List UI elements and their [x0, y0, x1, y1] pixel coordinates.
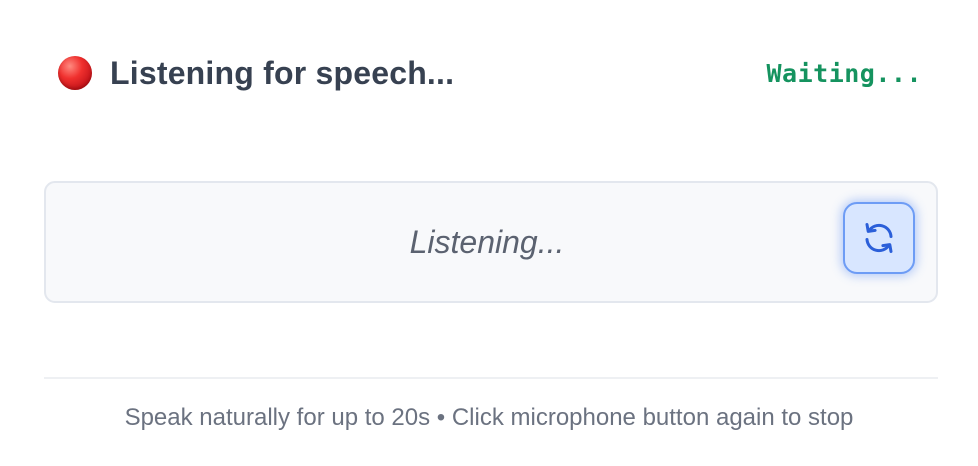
red-circle-icon	[58, 56, 92, 90]
header-left: Listening for speech...	[58, 55, 454, 92]
listening-header: Listening for speech... Waiting...	[58, 50, 922, 96]
transcript-box: Listening...	[44, 181, 938, 303]
speech-recognition-panel: Listening for speech... Waiting... Liste…	[0, 0, 978, 466]
refresh-button[interactable]	[843, 202, 915, 274]
transcript-placeholder: Listening...	[409, 223, 565, 260]
usage-hint: Speak naturally for up to 20s • Click mi…	[124, 404, 854, 431]
page-title: Listening for speech...	[110, 54, 455, 91]
divider	[44, 377, 938, 379]
refresh-icon	[865, 223, 893, 253]
status-indicator: Waiting...	[766, 58, 922, 88]
